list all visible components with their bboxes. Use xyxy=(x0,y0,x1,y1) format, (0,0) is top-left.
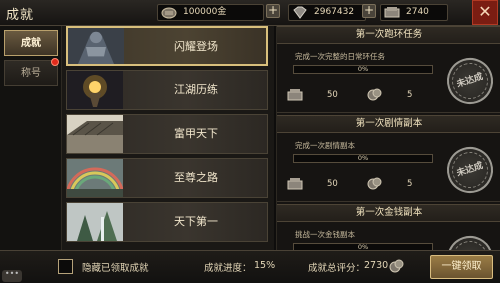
notification-badge xyxy=(51,58,59,66)
armored-warrior-thumbnail xyxy=(68,28,124,64)
reward-value: 5 xyxy=(407,179,413,189)
achievement-progress-value: 15% xyxy=(254,260,276,271)
task-title: 第一次剧情副本 xyxy=(277,115,500,133)
task-description: 完成一次剧情副本 xyxy=(295,141,355,150)
token-icon xyxy=(367,177,382,190)
diamond-value: 2967432 xyxy=(314,7,355,17)
waterfall-pine-thumbnail xyxy=(67,203,123,241)
not-achieved-stamp xyxy=(441,230,499,250)
bound-diamond-icon xyxy=(287,178,303,190)
task-card: 第一次跑环任务 完成一次完整的日常环任务 0% 50 5 未达成 xyxy=(277,26,500,118)
claim-all-button[interactable]: 一键领取 xyxy=(430,255,493,279)
add-diamond-button[interactable]: + xyxy=(362,4,376,18)
task-card: 第一次剧情副本 完成一次剧情副本 0% 50 5 未达成 xyxy=(277,115,500,207)
bound-diamond-display: 2740 xyxy=(380,4,448,21)
task-progress-text: 0% xyxy=(357,154,369,162)
task-progress-bar: 0% xyxy=(293,243,433,250)
reward-value: 50 xyxy=(327,90,338,100)
divider xyxy=(277,201,500,202)
achievement-item-1[interactable]: 闪耀登场 xyxy=(66,26,268,66)
reward-value: 5 xyxy=(407,90,413,100)
claim-all-label: 一键领取 xyxy=(441,261,482,272)
task-title: 第一次跑环任务 xyxy=(277,26,500,44)
diamond-icon xyxy=(293,6,307,19)
achievement-label: 富甲天下 xyxy=(174,127,218,140)
task-panel: 第一次跑环任务 完成一次完整的日常环任务 0% 50 5 未达成 第一次剧情副本… xyxy=(276,26,500,250)
achievement-label: 天下第一 xyxy=(174,215,218,228)
achievement-item-3[interactable]: 富甲天下 xyxy=(66,114,268,154)
tab-titles-label: 称号 xyxy=(21,68,41,79)
page-title: 成就 xyxy=(6,8,35,23)
task-description: 完成一次完整的日常环任务 xyxy=(295,52,385,61)
top-bar: 成就 100000金 + 2967432 + 2740 ✕ xyxy=(0,0,500,26)
task-progress-bar: 0% xyxy=(293,65,433,74)
footer-bar: ••• 隐藏已领取成就 成就进度： 15% 成就总评分： 2730 一键领取 xyxy=(0,250,500,283)
divider xyxy=(277,112,500,113)
tiled-rooftop-thumbnail xyxy=(67,115,123,153)
bound-diamond-icon xyxy=(384,7,400,18)
close-button[interactable]: ✕ xyxy=(472,0,498,25)
achievement-item-2[interactable]: 江湖历练 xyxy=(66,70,268,110)
diamond-display: 2967432 xyxy=(288,4,366,21)
achievement-label: 江湖历练 xyxy=(174,83,218,96)
tab-achievements-label: 成就 xyxy=(21,38,41,49)
achievement-score-value: 2730 xyxy=(364,260,389,271)
add-gold-button[interactable]: + xyxy=(266,4,280,18)
tab-achievements[interactable]: 成就 xyxy=(4,30,58,56)
bound-diamond-icon xyxy=(287,89,303,101)
achievement-score-label: 成就总评分： xyxy=(308,263,366,274)
gold-value: 100000金 xyxy=(183,7,227,17)
not-achieved-stamp: 未达成 xyxy=(441,141,499,199)
task-title: 第一次金钱副本 xyxy=(277,204,500,222)
achievement-progress-label: 成就进度： xyxy=(204,263,252,274)
gold-coin-icon xyxy=(161,7,177,19)
task-progress-bar: 0% xyxy=(293,154,433,163)
stamp-ring xyxy=(447,236,493,250)
hide-claimed-checkbox[interactable] xyxy=(58,259,73,274)
token-icon xyxy=(389,259,404,273)
hide-claimed-label: 隐藏已领取成就 xyxy=(82,263,149,274)
gold-display: 100000金 xyxy=(157,4,264,21)
achievement-item-5[interactable]: 天下第一 xyxy=(66,202,268,242)
not-achieved-stamp: 未达成 xyxy=(441,52,499,110)
tab-titles[interactable]: 称号 xyxy=(4,58,59,86)
token-icon xyxy=(367,88,382,101)
task-card: 第一次金钱副本 挑战一次金钱副本 0% xyxy=(277,204,500,250)
rainbow-landscape-thumbnail xyxy=(67,159,123,197)
category-tabs: 成就 称号 xyxy=(0,26,62,250)
achievement-item-4[interactable]: 至尊之路 xyxy=(66,158,268,198)
glowing-lantern-thumbnail xyxy=(67,71,123,109)
achievement-label: 闪耀登场 xyxy=(174,40,218,53)
task-description: 挑战一次金钱副本 xyxy=(295,230,355,239)
achievement-list: 闪耀登场 江湖历练 富甲天下 至尊之路 天下第一 xyxy=(62,26,274,250)
bound-diamond-value: 2740 xyxy=(406,7,429,17)
chat-icon[interactable]: ••• xyxy=(2,270,22,282)
achievement-label: 至尊之路 xyxy=(174,171,218,184)
reward-value: 50 xyxy=(327,179,338,189)
task-progress-text: 0% xyxy=(357,65,369,73)
